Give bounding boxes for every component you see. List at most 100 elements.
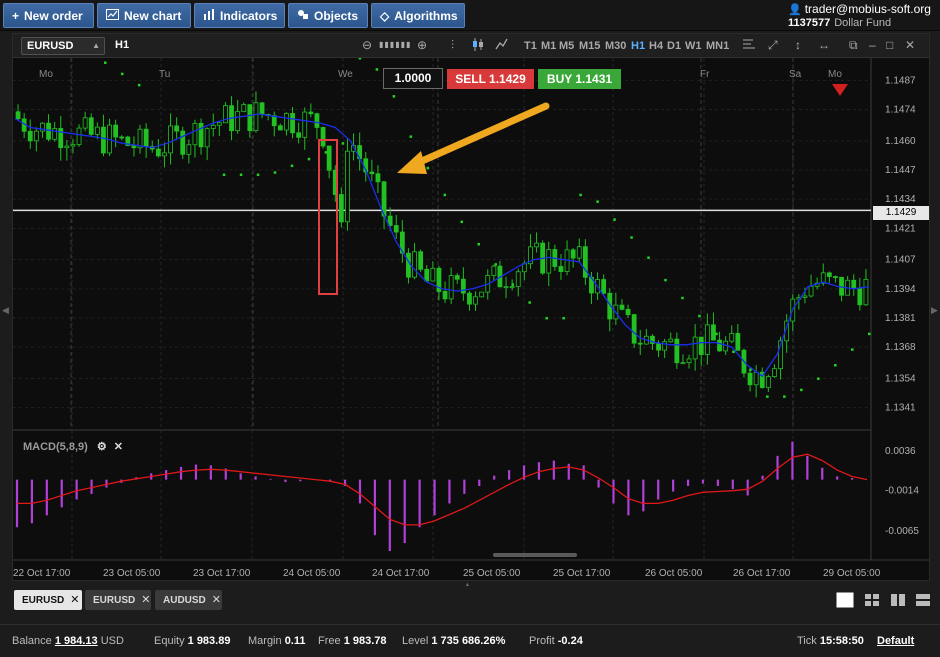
chart-tabs: EURUSD ✕ EURUSD ✕ AUDUSD ✕ [0, 586, 940, 614]
psar-dot [528, 301, 531, 304]
free-value: 1 983.78 [343, 635, 387, 647]
candle-body [290, 113, 295, 134]
chart-toolbar: EURUSD ▲ H1 ⊖ ▮▮▮▮▮▮ ⊕ ⫶ T1 M1 M5 M15 M30 H1 H… [13, 34, 929, 58]
indicators-menu-icon[interactable] [743, 38, 757, 53]
psar-dot [613, 218, 616, 221]
price-tick-label: 1.1394 [885, 284, 916, 295]
candle-body [143, 128, 149, 147]
tab-audusd[interactable]: AUDUSD ✕ [155, 590, 222, 610]
tab-label: EURUSD [22, 595, 65, 606]
buy-button[interactable]: BUY 1.1431 [538, 69, 621, 89]
new-chart-button[interactable]: New chart [97, 3, 191, 28]
psar-dot [596, 200, 599, 203]
layout-rows-icon[interactable] [914, 592, 932, 608]
zoom-out-icon[interactable]: ⊖ [362, 38, 372, 52]
price-tick-label: 1.1407 [885, 255, 916, 266]
minimize-icon[interactable]: – [869, 38, 876, 52]
indicators-button[interactable]: Indicators [194, 3, 285, 28]
algorithms-button[interactable]: ◇ Algorithms [371, 3, 465, 28]
timeframe-h4[interactable]: H4 [649, 40, 663, 52]
timeframe-m15[interactable]: M15 [579, 40, 600, 52]
candle-body [735, 333, 741, 351]
current-price-tag: 1.1429 [873, 206, 929, 220]
close-tab-icon[interactable]: ✕ [212, 594, 221, 606]
objects-button[interactable]: Objects [288, 3, 368, 28]
time-tick-label: 24 Oct 05:00 [283, 568, 341, 579]
candle-body [631, 314, 637, 344]
psar-dot [137, 83, 141, 87]
candle-body [698, 336, 704, 355]
objects-icon [297, 9, 309, 23]
timeframe-w1[interactable]: W1 [685, 40, 702, 52]
order-quantity-input[interactable]: 1.0000 [383, 68, 443, 89]
candle-body [747, 372, 753, 386]
zoom-slider[interactable]: ▮▮▮▮▮▮ [379, 40, 411, 49]
zoom-in-icon[interactable]: ⊕ [417, 38, 427, 52]
layout-columns-icon[interactable] [889, 592, 907, 608]
account-panel[interactable]: 👤 trader@mobius-soft.org 1137577 Dollar Fu… [788, 2, 934, 29]
line-chart-icon[interactable] [495, 38, 508, 53]
day-label: Tu [159, 69, 170, 80]
psar-dot [443, 193, 447, 197]
psar-dot [494, 263, 497, 266]
candle-body [284, 113, 289, 131]
candle-body [241, 104, 247, 113]
candle-body [302, 111, 308, 138]
close-tab-icon[interactable]: ✕ [141, 594, 150, 606]
tab-eurusd-1[interactable]: EURUSD ✕ [14, 590, 82, 610]
candle-body [88, 117, 94, 135]
price-tick-label: 1.1434 [885, 194, 916, 205]
detach-icon[interactable]: ⧉ [849, 38, 858, 53]
horizontal-line-icon[interactable]: ↔ [818, 38, 830, 52]
timeframe-m30[interactable]: M30 [605, 40, 626, 52]
bar-chart-icon[interactable]: ⫶ [451, 38, 454, 53]
candle-body [186, 144, 192, 155]
macd-tick-label: 0.0036 [885, 446, 916, 457]
indicators-icon [203, 8, 215, 23]
timeframe-h1[interactable]: H1 [631, 40, 645, 52]
close-icon[interactable]: ✕ [114, 441, 123, 453]
candle-body [686, 358, 692, 364]
maximize-icon[interactable]: □ [886, 38, 893, 52]
horizontal-scrollbar[interactable] [493, 553, 577, 557]
price-chart[interactable]: 1.1487 1.1474 1.1460 1.1447 1.1434 1.1421 1.14… [13, 58, 929, 580]
level-label: Level [402, 635, 429, 647]
macd-panel-header: MACD(5,8,9) ⚙ ✕ [23, 440, 123, 453]
profile-selector[interactable]: Default [877, 635, 914, 647]
tab-eurusd-2[interactable]: EURUSD ✕ [85, 590, 151, 610]
tick-value: 15:58:50 [819, 635, 864, 647]
price-tick-label: 1.1474 [885, 105, 916, 116]
draw-line-icon[interactable]: ⤢ [768, 38, 778, 53]
candle-body [326, 145, 332, 171]
candles-icon[interactable] [472, 38, 484, 54]
psar-dot [511, 283, 514, 286]
candle-body [509, 286, 515, 288]
day-label: Mo [39, 69, 53, 80]
price-tick-label: 1.1460 [885, 136, 916, 147]
sell-button[interactable]: SELL 1.1429 [447, 69, 534, 89]
gear-icon[interactable]: ⚙ [97, 441, 107, 453]
candle-body [863, 278, 869, 306]
timeframe-m5[interactable]: M5 [559, 40, 574, 52]
candle-body [625, 308, 631, 316]
collapse-right-icon[interactable]: ▶ [931, 305, 938, 316]
close-tab-icon[interactable]: ✕ [70, 594, 79, 606]
new-order-button[interactable]: + New order [3, 3, 94, 28]
psar-dot [103, 61, 107, 64]
vertical-line-icon[interactable]: ↕ [795, 38, 801, 52]
timeframe-d1[interactable]: D1 [667, 40, 681, 52]
macd-title: MACD(5,8,9) [23, 441, 88, 453]
layout-single-icon[interactable] [836, 592, 854, 608]
symbol-selector[interactable]: EURUSD ▲ [21, 37, 105, 55]
layout-grid-icon[interactable] [863, 592, 881, 608]
close-icon[interactable]: ✕ [905, 38, 915, 52]
day-label: Sa [789, 69, 802, 80]
timeframe-m1[interactable]: M1 [541, 40, 556, 52]
profit-label: Profit [529, 635, 555, 647]
timeframe-t1[interactable]: T1 [524, 40, 537, 52]
collapse-left-icon[interactable]: ◀ [2, 305, 9, 316]
timeframe-mn1[interactable]: MN1 [706, 40, 729, 52]
candle-body [33, 130, 39, 142]
candle-body [308, 111, 314, 115]
candle-body [247, 104, 253, 131]
